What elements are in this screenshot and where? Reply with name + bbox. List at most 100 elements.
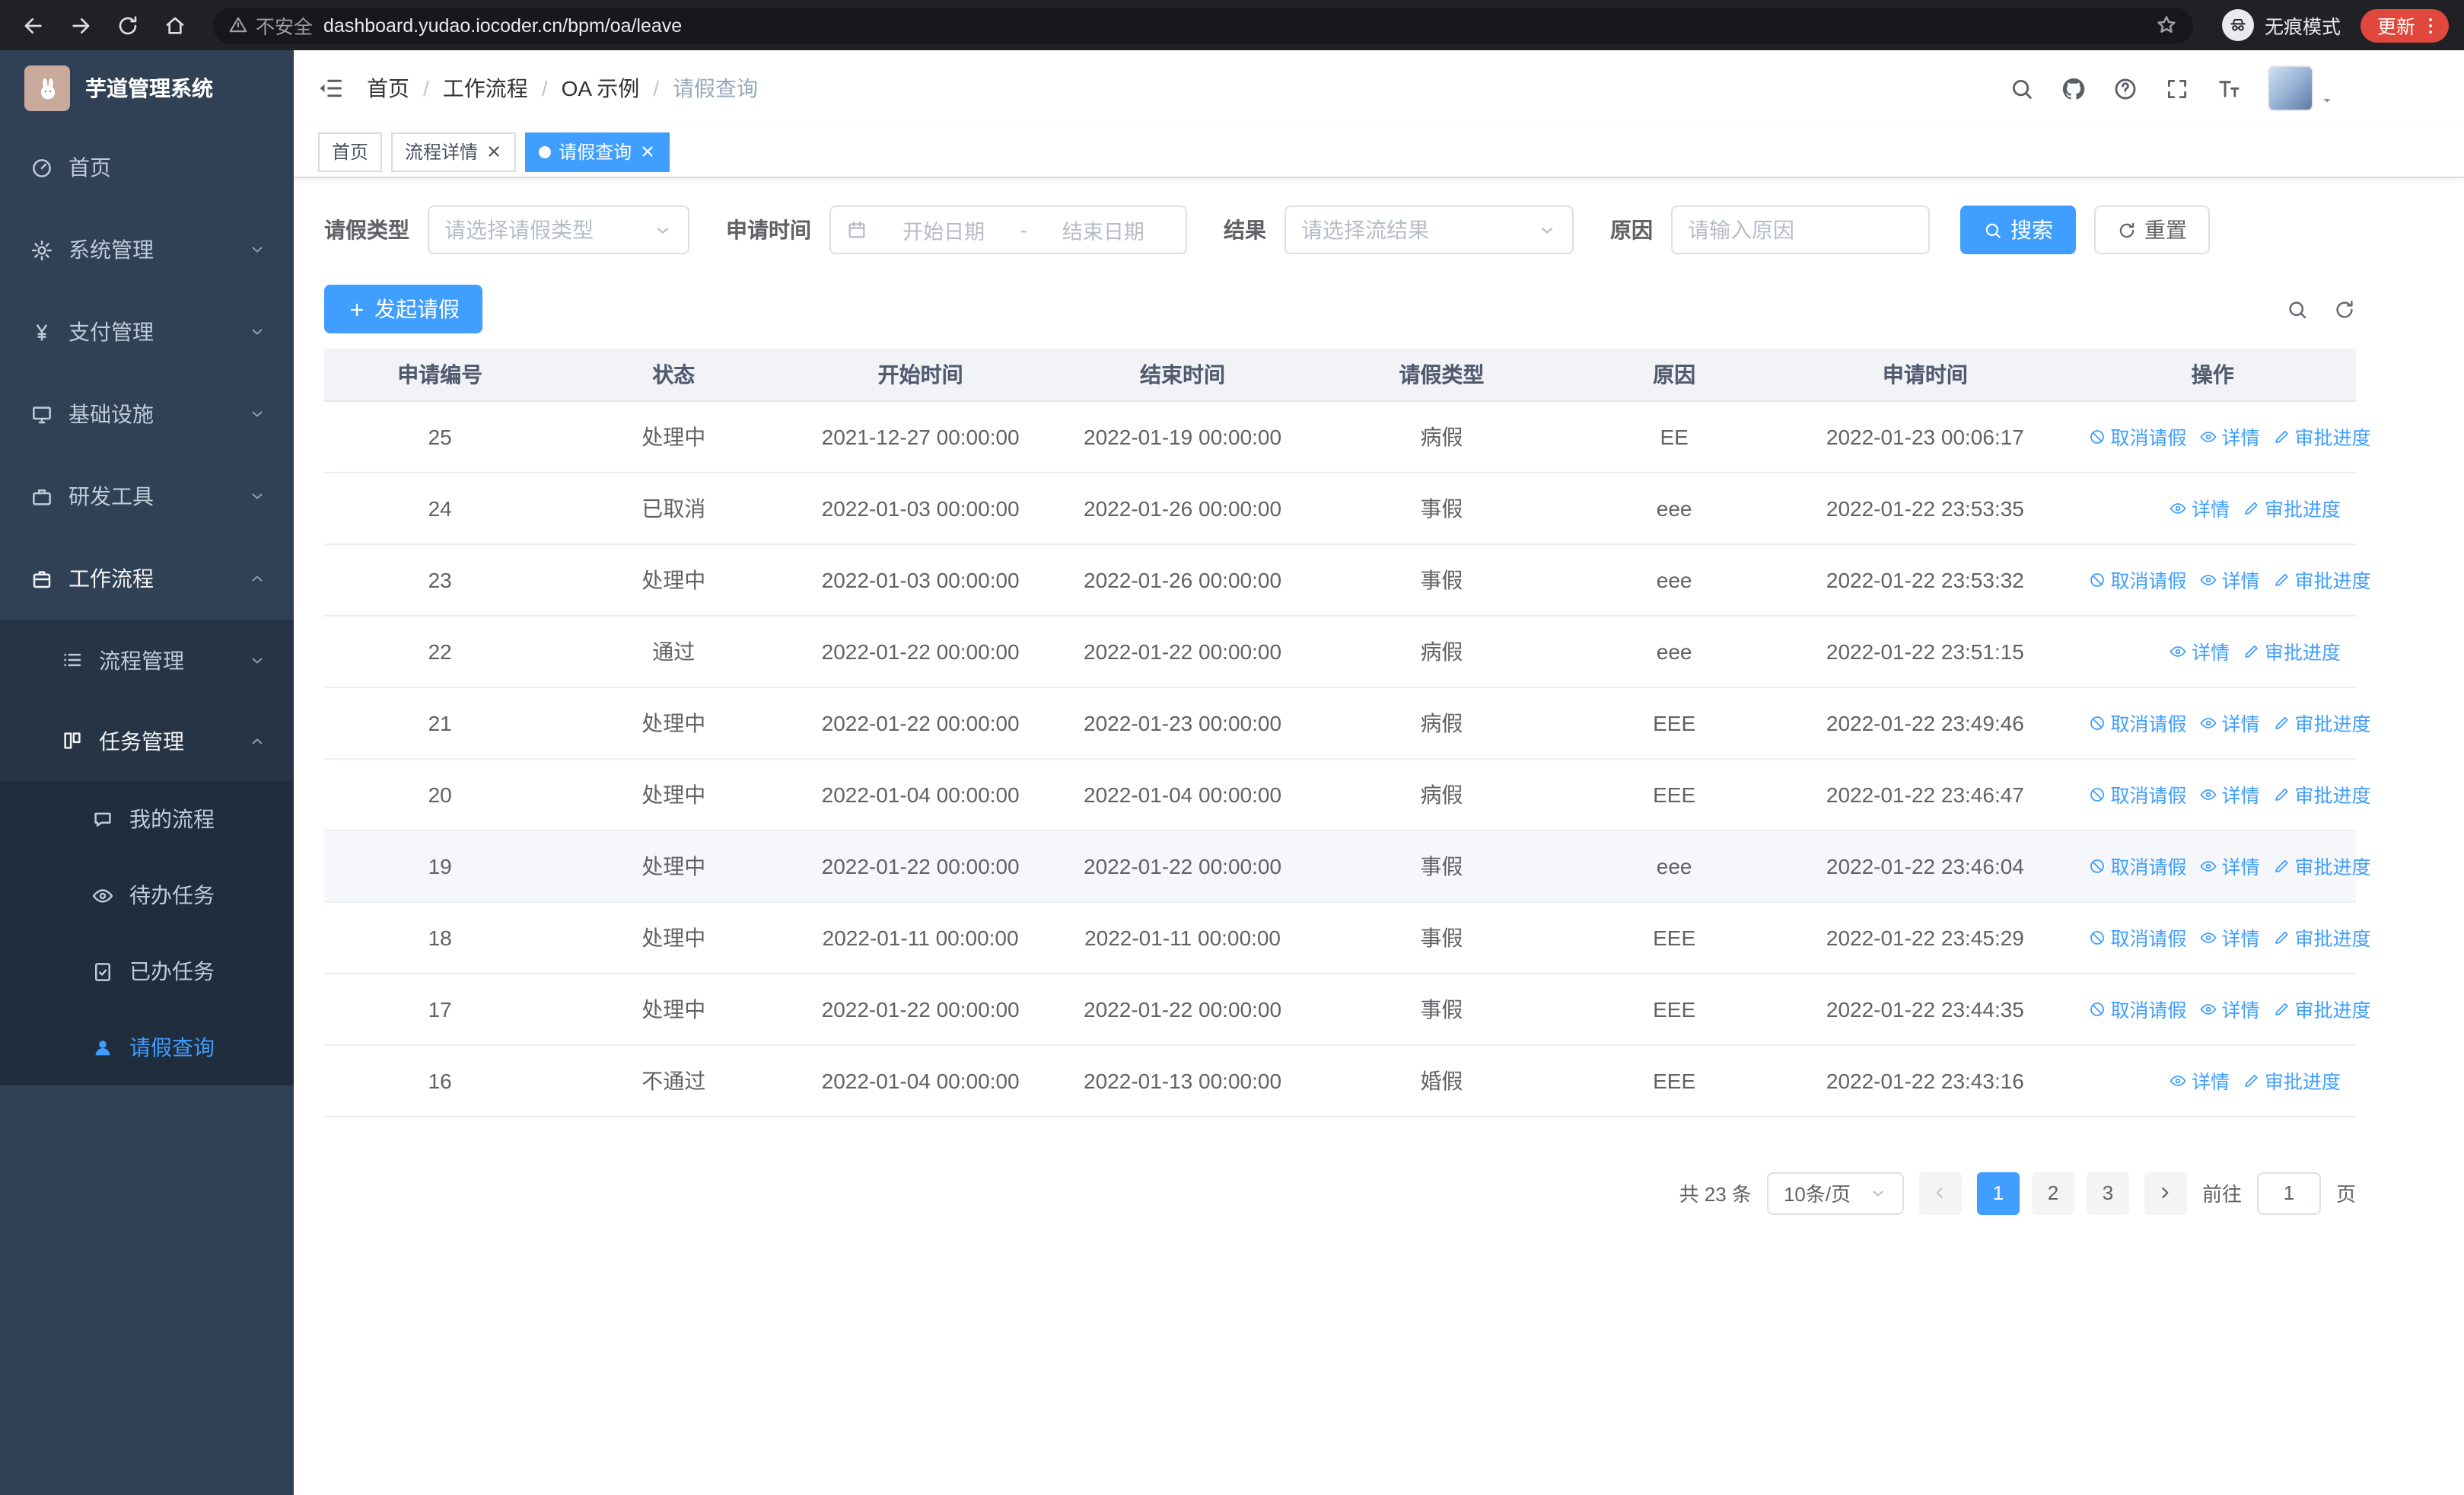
sidebar-item-leave-query[interactable]: 请假查询	[0, 1009, 294, 1085]
table-row[interactable]: 22 通过 2022-01-22 00:00:00 2022-01-22 00:00:…	[324, 615, 2356, 687]
table-row[interactable]: 23 处理中 2022-01-03 00:00:00 2022-01-26 00:00…	[324, 543, 2371, 616]
leave-type-select[interactable]: 请选择请假类型	[428, 206, 689, 254]
table-row[interactable]: 21 处理中 2022-01-22 00:00:00 2022-01-23 00:00…	[324, 687, 2371, 759]
action-detail-link[interactable]: 详情	[2198, 565, 2260, 594]
action-progress-link[interactable]: 审批进度	[2272, 565, 2371, 594]
sidebar-item-process-management[interactable]: 流程管理	[0, 620, 294, 700]
action-detail-link[interactable]: 详情	[2198, 708, 2260, 737]
sidebar-item-task-management[interactable]: 任务管理	[0, 700, 294, 781]
close-icon[interactable]	[639, 143, 656, 160]
user-avatar[interactable]	[2268, 65, 2313, 111]
action-cancel-link[interactable]: 取消请假	[2087, 565, 2186, 594]
forward-icon[interactable]	[62, 7, 99, 43]
table-row[interactable]: 17 处理中 2022-01-22 00:00:00 2022-01-22 00:00…	[324, 973, 2371, 1045]
apply-time-range-picker[interactable]: 开始日期 - 结束日期	[829, 206, 1187, 254]
table-row[interactable]: 24 已取消 2022-01-03 00:00:00 2022-01-26 00:00…	[324, 472, 2356, 544]
breadcrumb-item[interactable]: 工作流程	[443, 73, 528, 104]
action-progress-link[interactable]: 审批进度	[2272, 851, 2371, 880]
action-progress-link[interactable]: 审批进度	[2272, 994, 2371, 1023]
sidebar-item-workflow[interactable]: 工作流程	[0, 537, 294, 620]
action-cancel-link[interactable]: 取消请假	[2087, 851, 2186, 880]
breadcrumb-item[interactable]: 首页	[367, 73, 409, 104]
user-menu[interactable]	[2268, 65, 2336, 111]
sidebar-item-payment-management[interactable]: 支付管理	[0, 291, 294, 373]
action-cancel-link[interactable]: 取消请假	[2087, 994, 2186, 1023]
action-progress-link[interactable]: 审批进度	[2272, 779, 2371, 808]
table-row[interactable]: 19 处理中 2022-01-22 00:00:00 2022-01-22 00:00…	[324, 830, 2371, 902]
action-detail-link[interactable]: 详情	[2198, 923, 2260, 952]
page-button-1[interactable]: 1	[1976, 1171, 2020, 1214]
action-detail-link[interactable]: 详情	[2198, 779, 2260, 808]
fullscreen-icon[interactable]	[2164, 75, 2190, 101]
action-cancel-link[interactable]: 取消请假	[2087, 923, 2186, 952]
page-size-select[interactable]: 10条/页	[1766, 1171, 1904, 1214]
create-leave-button[interactable]: 发起请假	[324, 285, 482, 333]
font-size-icon[interactable]	[2216, 75, 2242, 101]
action-detail-link[interactable]: 详情	[2198, 422, 2260, 451]
sidebar-item-label: 我的流程	[129, 807, 215, 831]
page-button-3[interactable]: 3	[2086, 1171, 2129, 1214]
search-icon[interactable]	[2009, 75, 2035, 101]
action-progress-link[interactable]: 审批进度	[2272, 923, 2371, 952]
action-detail-link[interactable]: 详情	[2169, 493, 2230, 522]
action-detail-link[interactable]: 详情	[2169, 1066, 2230, 1095]
refresh-icon[interactable]	[2333, 298, 2356, 320]
tab-请假查询[interactable]: 请假查询	[525, 132, 670, 171]
tab-首页[interactable]: 首页	[318, 132, 383, 171]
action-progress-link[interactable]: 审批进度	[2242, 1066, 2341, 1095]
breadcrumb-item[interactable]: OA 示例	[562, 73, 640, 104]
action-progress-link[interactable]: 审批进度	[2272, 708, 2371, 737]
action-cancel-link[interactable]: 取消请假	[2087, 708, 2186, 737]
cancel-icon	[2087, 856, 2106, 875]
sidebar-item-done-tasks[interactable]: 已办任务	[0, 933, 294, 1009]
security-chip-label: 不安全	[256, 17, 314, 38]
sidebar-item-infrastructure[interactable]: 基础设施	[0, 373, 294, 455]
reason-input[interactable]	[1671, 206, 1930, 254]
sidebar-item-my-processes[interactable]: 我的流程	[0, 781, 294, 857]
tab-流程详情[interactable]: 流程详情	[391, 132, 517, 171]
home-icon[interactable]	[157, 7, 193, 43]
prev-page-button[interactable]	[1918, 1171, 1962, 1214]
action-detail-link[interactable]: 详情	[2198, 994, 2260, 1023]
reset-button[interactable]: 重置	[2094, 206, 2210, 254]
action-progress-link[interactable]: 审批进度	[2272, 422, 2371, 451]
sidebar-toggle-icon[interactable]	[317, 75, 344, 102]
cell-type: 病假	[1315, 400, 1568, 473]
sidebar-item-home[interactable]: 首页	[0, 126, 294, 209]
goto-page-input[interactable]	[2256, 1171, 2321, 1214]
action-detail-link[interactable]: 详情	[2169, 636, 2230, 665]
table-row[interactable]: 18 处理中 2022-01-11 00:00:00 2022-01-11 00:00…	[324, 901, 2371, 974]
reload-icon[interactable]	[110, 7, 146, 43]
address-bar[interactable]: 不安全 dashboard.yudao.iocoder.cn/bpm/oa/le…	[213, 7, 2193, 43]
close-icon[interactable]	[485, 143, 502, 160]
result-select[interactable]: 请选择流结果	[1285, 206, 1574, 254]
action-progress-link[interactable]: 审批进度	[2242, 493, 2341, 522]
search-icon	[1983, 220, 2003, 240]
browser-update-button[interactable]: 更新	[2360, 8, 2449, 42]
table-row[interactable]: 25 处理中 2021-12-27 00:00:00 2022-01-19 00:00…	[324, 400, 2371, 473]
table-row[interactable]: 20 处理中 2022-01-04 00:00:00 2022-01-04 00:00…	[324, 758, 2371, 830]
back-icon[interactable]	[15, 7, 52, 43]
action-progress-link[interactable]: 审批进度	[2242, 636, 2341, 665]
kebab-menu-icon[interactable]	[2420, 14, 2441, 36]
action-cancel-link[interactable]: 取消请假	[2087, 779, 2186, 808]
page-button-2[interactable]: 2	[2031, 1171, 2074, 1214]
question-icon[interactable]	[2112, 75, 2138, 101]
toolbar-icons	[2286, 298, 2356, 320]
action-detail-link[interactable]: 详情	[2198, 851, 2260, 880]
github-icon[interactable]	[2061, 75, 2087, 101]
sidebar: 芋道管理系统 首页 系统管理 支付管理 基础设施 研发工具 工作流程 流程管理 任务管理我的流…	[0, 50, 294, 1495]
security-chip[interactable]: 不安全	[228, 11, 313, 40]
cell-applied: 2022-01-22 23:46:04	[1781, 830, 2070, 902]
sidebar-item-todo-tasks[interactable]: 待办任务	[0, 857, 294, 933]
sidebar-item-system-management[interactable]: 系统管理	[0, 209, 294, 291]
action-cancel-link[interactable]: 取消请假	[2087, 422, 2186, 451]
sidebar-item-dev-tools[interactable]: 研发工具	[0, 455, 294, 537]
bookmark-star-icon[interactable]	[2155, 14, 2178, 37]
search-icon[interactable]	[2286, 298, 2309, 320]
search-button[interactable]: 搜索	[1960, 206, 2076, 254]
table-row[interactable]: 16 不通过 2022-01-04 00:00:00 2022-01-13 00:00…	[324, 1044, 2356, 1117]
cell-id: 19	[324, 830, 556, 902]
next-page-button[interactable]	[2144, 1171, 2187, 1214]
app-logo[interactable]: 芋道管理系统	[0, 50, 294, 126]
